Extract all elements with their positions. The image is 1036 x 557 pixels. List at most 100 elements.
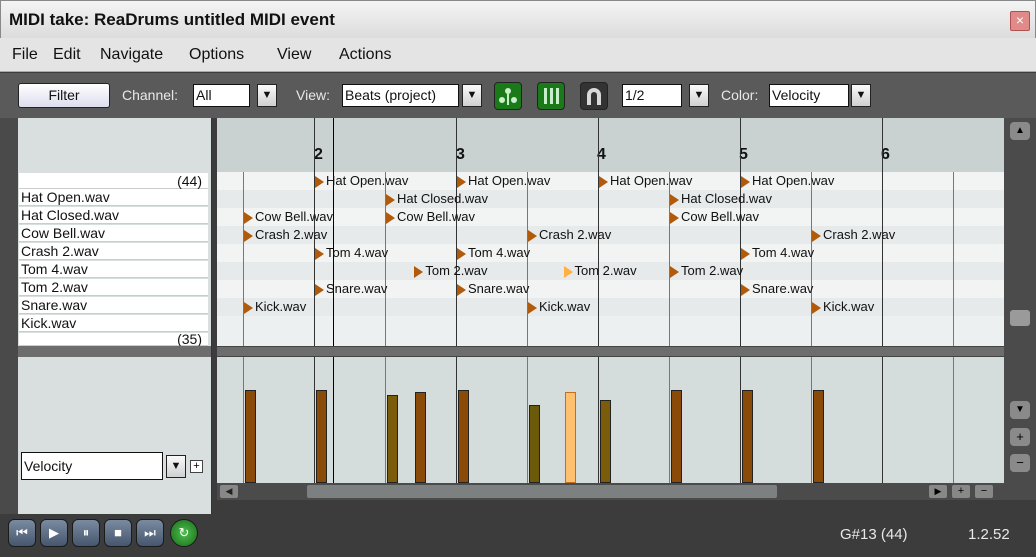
velocity-bar[interactable] [415,392,427,483]
note-label: Hat Closed.wav [397,191,489,206]
vertical-scrollbar[interactable]: ▲ ▼ + − [1004,118,1036,500]
key-row-tom-4[interactable]: Tom 4.wav [19,261,208,278]
add-cc-lane-button[interactable]: + [190,460,203,473]
view-dropdown-icon[interactable]: ▼ [462,84,482,107]
play-button[interactable]: ▶ [40,519,68,547]
midi-note[interactable]: Tom 2.wav [563,263,637,279]
velocity-bar[interactable] [671,390,682,483]
forward-button[interactable]: ⏭ [136,519,164,547]
grid-dropdown-icon[interactable]: ▼ [689,84,709,107]
velocity-bar[interactable] [245,390,256,483]
midi-note[interactable]: Kick.wav [244,299,306,315]
cc-lane-select[interactable]: Velocity [21,452,163,480]
key-row-tom-2[interactable]: Tom 2.wav [19,279,208,296]
velocity-bar[interactable] [458,390,469,483]
midi-note[interactable]: Cow Bell.wav [386,209,475,225]
scroll-left-icon[interactable]: ◀ [220,485,238,498]
velocity-bar[interactable] [529,405,540,483]
rewind-button[interactable]: ⏮ [8,519,36,547]
midi-note[interactable]: Snare.wav [315,281,387,297]
snap-magnet-button[interactable] [580,82,608,110]
key-row-hat-closed[interactable]: Hat Closed.wav [19,207,208,224]
key-row-crash-2[interactable]: Crash 2.wav [19,243,208,260]
midi-note[interactable]: Hat Open.wav [457,173,550,189]
zoom-out-horizontal-icon[interactable]: − [975,485,993,498]
key-row-hat-open[interactable]: Hat Open.wav [19,189,208,206]
note-lane[interactable] [217,298,1004,316]
midi-note[interactable]: Hat Open.wav [599,173,692,189]
cc-lane-dropdown-icon[interactable]: ▼ [166,455,186,478]
snap-notes-button[interactable] [494,82,522,110]
velocity-bar[interactable] [387,395,398,483]
note-lane[interactable] [217,208,1004,226]
midi-note[interactable]: Crash 2.wav [528,227,611,243]
midi-note[interactable]: Snare.wav [457,281,529,297]
scroll-down-icon[interactable]: ▼ [1010,401,1030,419]
midi-note[interactable]: Hat Open.wav [315,173,408,189]
midi-note[interactable]: Tom 4.wav [457,245,530,261]
grid-select[interactable]: 1/2 [622,84,682,107]
menu-bar: File Edit Navigate Options View Actions [0,38,1036,72]
midi-note[interactable]: Tom 4.wav [741,245,814,261]
note-lane[interactable] [217,190,1004,208]
midi-note[interactable]: Crash 2.wav [244,227,327,243]
scroll-up-icon[interactable]: ▲ [1010,122,1030,140]
color-dropdown-icon[interactable]: ▼ [851,84,871,107]
zoom-out-vertical-icon[interactable]: − [1010,454,1030,472]
filter-button[interactable]: Filter [18,83,110,108]
midi-note[interactable]: Kick.wav [528,299,590,315]
note-marker-icon [414,265,424,278]
midi-note[interactable]: Tom 2.wav [670,263,743,279]
measure-label: 2 [314,146,323,163]
scroll-right-icon[interactable]: ▶ [929,485,947,498]
menu-navigate[interactable]: Navigate [100,46,163,64]
horizontal-scroll-thumb[interactable] [307,485,777,498]
midi-note[interactable]: Tom 4.wav [315,245,388,261]
velocity-bar[interactable] [316,390,327,483]
midi-note[interactable]: Kick.wav [812,299,874,315]
midi-note[interactable]: Hat Closed.wav [386,191,488,207]
key-row-cow-bell[interactable]: Cow Bell.wav [19,225,208,242]
key-row-snare[interactable]: Snare.wav [19,297,208,314]
stop-button[interactable]: ■ [104,519,132,547]
midi-note[interactable]: Tom 2.wav [414,263,488,279]
note-label: Crash 2.wav [823,227,896,242]
piano-roll[interactable]: 2 3 4 5 6 Hat Open.wav Hat Open.wav Hat Op… [217,118,1004,346]
zoom-in-horizontal-icon[interactable]: + [952,485,970,498]
window-title: MIDI take: ReaDrums untitled MIDI event [9,10,335,29]
vertical-scroll-thumb[interactable] [1010,310,1030,326]
snap-notes-icon [499,88,517,105]
menu-view[interactable]: View [277,46,311,64]
menu-edit[interactable]: Edit [53,46,81,64]
grid-lines-button[interactable] [537,82,565,110]
channel-select[interactable]: All [193,84,250,107]
velocity-lane[interactable] [217,357,1004,483]
midi-note[interactable]: Hat Open.wav [741,173,834,189]
midi-note[interactable]: Cow Bell.wav [670,209,759,225]
key-row-kick[interactable]: Kick.wav [19,315,208,332]
loop-button[interactable]: ↻ [170,519,198,547]
midi-note[interactable]: Hat Closed.wav [670,191,772,207]
note-marker-icon [244,211,253,224]
timeline-ruler[interactable]: 2 3 4 5 6 [217,118,1004,172]
velocity-bar[interactable] [742,390,753,483]
midi-note[interactable]: Cow Bell.wav [244,209,333,225]
velocity-bar[interactable] [813,390,824,483]
midi-note[interactable]: Snare.wav [741,281,813,297]
note-name-list: (44) Hat Open.wav Hat Closed.wav Cow Bel… [18,118,212,514]
menu-actions[interactable]: Actions [339,46,391,64]
horizontal-scrollbar[interactable]: ◀ ▶ + − [217,483,1004,500]
menu-options[interactable]: Options [189,46,244,64]
channel-dropdown-icon[interactable]: ▼ [257,84,277,107]
color-select[interactable]: Velocity [769,84,849,107]
velocity-bar[interactable] [564,392,576,483]
lane-divider[interactable] [217,346,1004,357]
pause-button[interactable]: ⏸ [72,519,100,547]
velocity-bar[interactable] [600,400,611,483]
close-button[interactable]: × [1010,11,1030,31]
view-select[interactable]: Beats (project) [342,84,459,107]
menu-file[interactable]: File [12,46,38,64]
zoom-in-vertical-icon[interactable]: + [1010,428,1030,446]
note-label: Hat Closed.wav [681,191,773,206]
midi-note[interactable]: Crash 2.wav [812,227,895,243]
